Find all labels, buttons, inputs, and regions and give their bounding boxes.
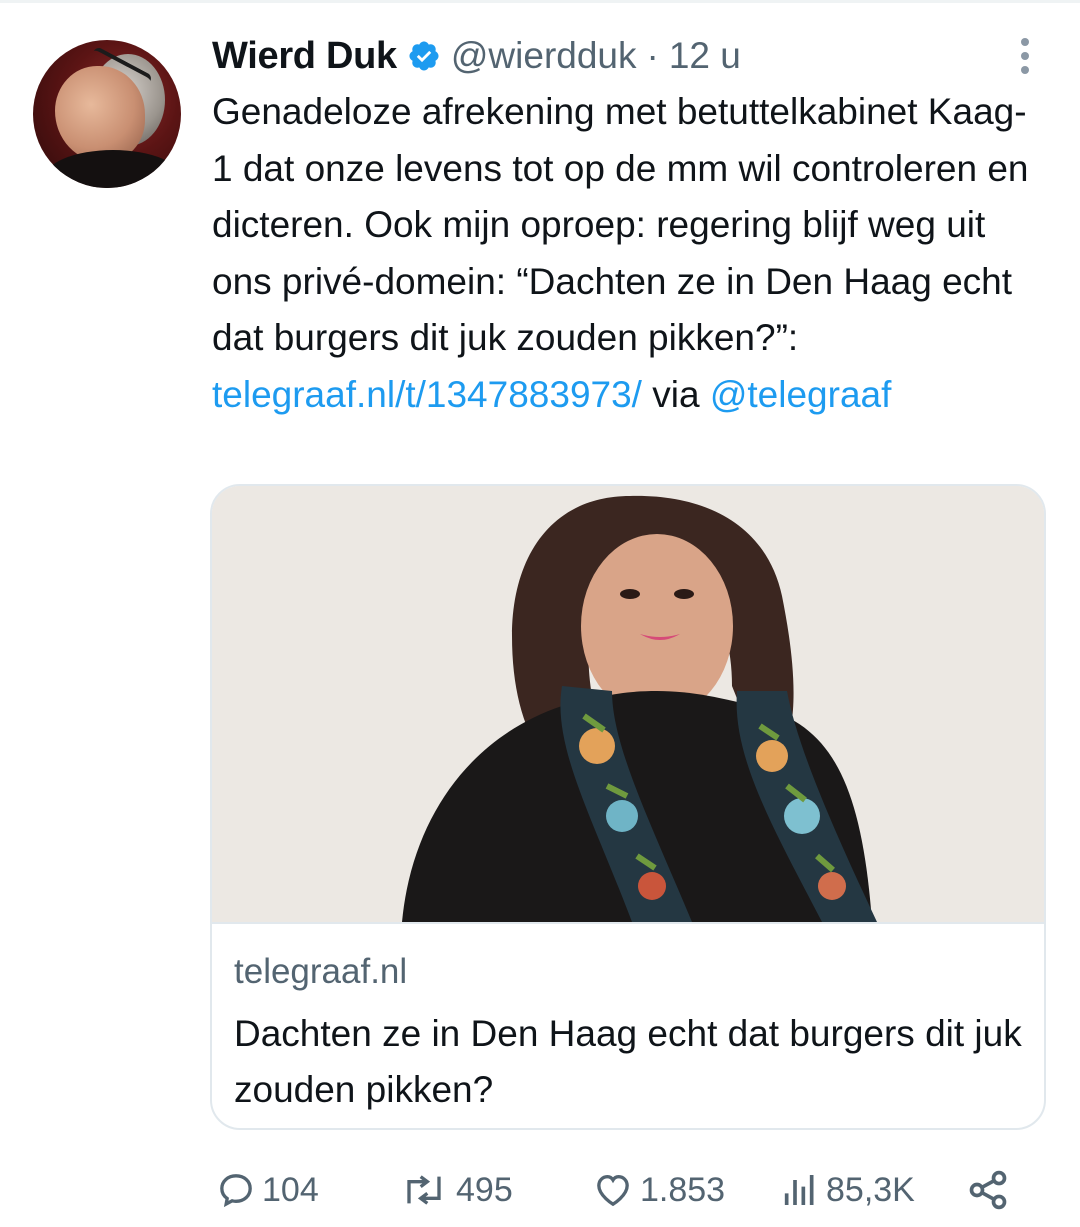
like-count: 1.853 <box>640 1170 726 1209</box>
link-preview-card[interactable]: telegraaf.nl Dachten ze in Den Haag echt… <box>210 484 1046 1130</box>
tweet-actions: 104 495 1.853 85,3K <box>0 1160 1080 1220</box>
more-options-icon[interactable] <box>1012 38 1038 74</box>
views-chart-icon <box>784 1175 814 1205</box>
card-photo <box>212 486 1044 922</box>
share-icon <box>969 1170 1007 1210</box>
article-link[interactable]: telegraaf.nl/t/1347883973/ <box>212 374 642 415</box>
retweet-count: 495 <box>456 1170 513 1209</box>
like-button[interactable]: 1.853 <box>592 1160 725 1220</box>
views-count: 85,3K <box>826 1170 915 1209</box>
retweet-button[interactable]: 495 <box>398 1160 513 1220</box>
reply-count: 104 <box>262 1170 319 1209</box>
mention-telegraaf[interactable]: @telegraaf <box>710 374 892 415</box>
avatar-shirt <box>43 150 181 188</box>
author-name[interactable]: Wierd Duk <box>212 35 397 78</box>
heart-icon <box>597 1174 629 1207</box>
author-handle[interactable]: @wierdduk <box>451 35 637 77</box>
tweet-body: Genadeloze afrekening met betuttelkabine… <box>212 91 1029 358</box>
tweet-text: Genadeloze afrekening met betuttelkabine… <box>212 84 1042 423</box>
tweet-timestamp[interactable]: 12 u <box>669 35 741 77</box>
tweet-header: Wierd Duk @wierdduk · 12 u <box>212 30 741 82</box>
reply-button[interactable]: 104 <box>216 1160 319 1220</box>
top-divider <box>0 0 1080 3</box>
header-separator: · <box>646 35 659 76</box>
reply-icon <box>220 1174 252 1208</box>
card-image[interactable] <box>212 486 1044 924</box>
retweet-icon <box>407 1175 441 1205</box>
views-button[interactable]: 85,3K <box>780 1160 915 1220</box>
share-button[interactable] <box>966 1160 1010 1220</box>
card-domain: telegraaf.nl <box>234 952 408 991</box>
card-title: Dachten ze in Den Haag echt dat burgers … <box>234 1013 1022 1110</box>
author-avatar[interactable] <box>33 40 181 188</box>
via-text: via <box>641 373 710 415</box>
verified-badge-icon <box>409 41 439 71</box>
